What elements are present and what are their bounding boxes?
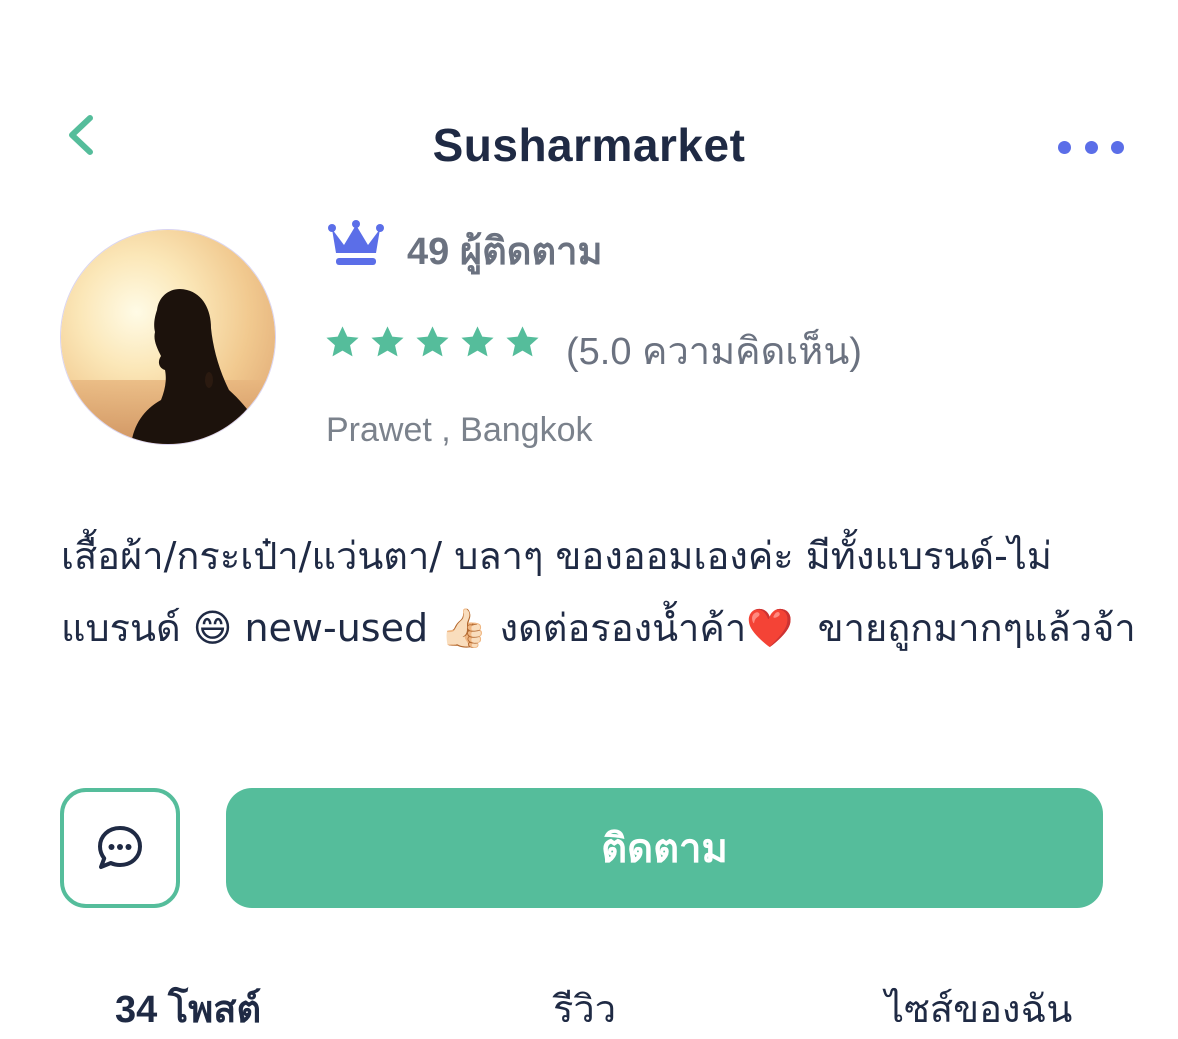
- tab-reviews[interactable]: รีวิว: [553, 978, 616, 1039]
- tab-posts[interactable]: 34 โพสต์: [115, 978, 261, 1039]
- page-title: Susharmarket: [432, 119, 746, 171]
- star-icon: [326, 326, 359, 357]
- more-options-button[interactable]: [1058, 132, 1124, 162]
- star-icon: [461, 326, 494, 357]
- star-icon: [506, 326, 539, 357]
- more-horizontal-icon: [1058, 140, 1071, 154]
- profile-bio: เสื้อผ้า/กระเป๋า/แว่นตา/ บลาๆ ของออมเองค…: [61, 534, 1136, 650]
- rating-stars: [324, 324, 541, 361]
- avatar-image: [61, 230, 275, 444]
- followers-count[interactable]: 49 ผู้ติดตาม: [407, 220, 603, 281]
- chat-button[interactable]: [60, 788, 180, 908]
- location-text: Prawet , Bangkok: [326, 411, 593, 449]
- tab-my-sizes[interactable]: ไซส์ของฉัน: [885, 978, 1072, 1039]
- crown-icon: [328, 220, 384, 265]
- follow-button[interactable]: ติดตาม: [226, 788, 1103, 908]
- rating-reviews-link[interactable]: (5.0 ความคิดเห็น): [566, 320, 862, 381]
- chat-bubble-icon: [98, 826, 142, 869]
- star-icon: [371, 326, 404, 357]
- star-icon: [416, 326, 449, 357]
- avatar[interactable]: [60, 229, 276, 445]
